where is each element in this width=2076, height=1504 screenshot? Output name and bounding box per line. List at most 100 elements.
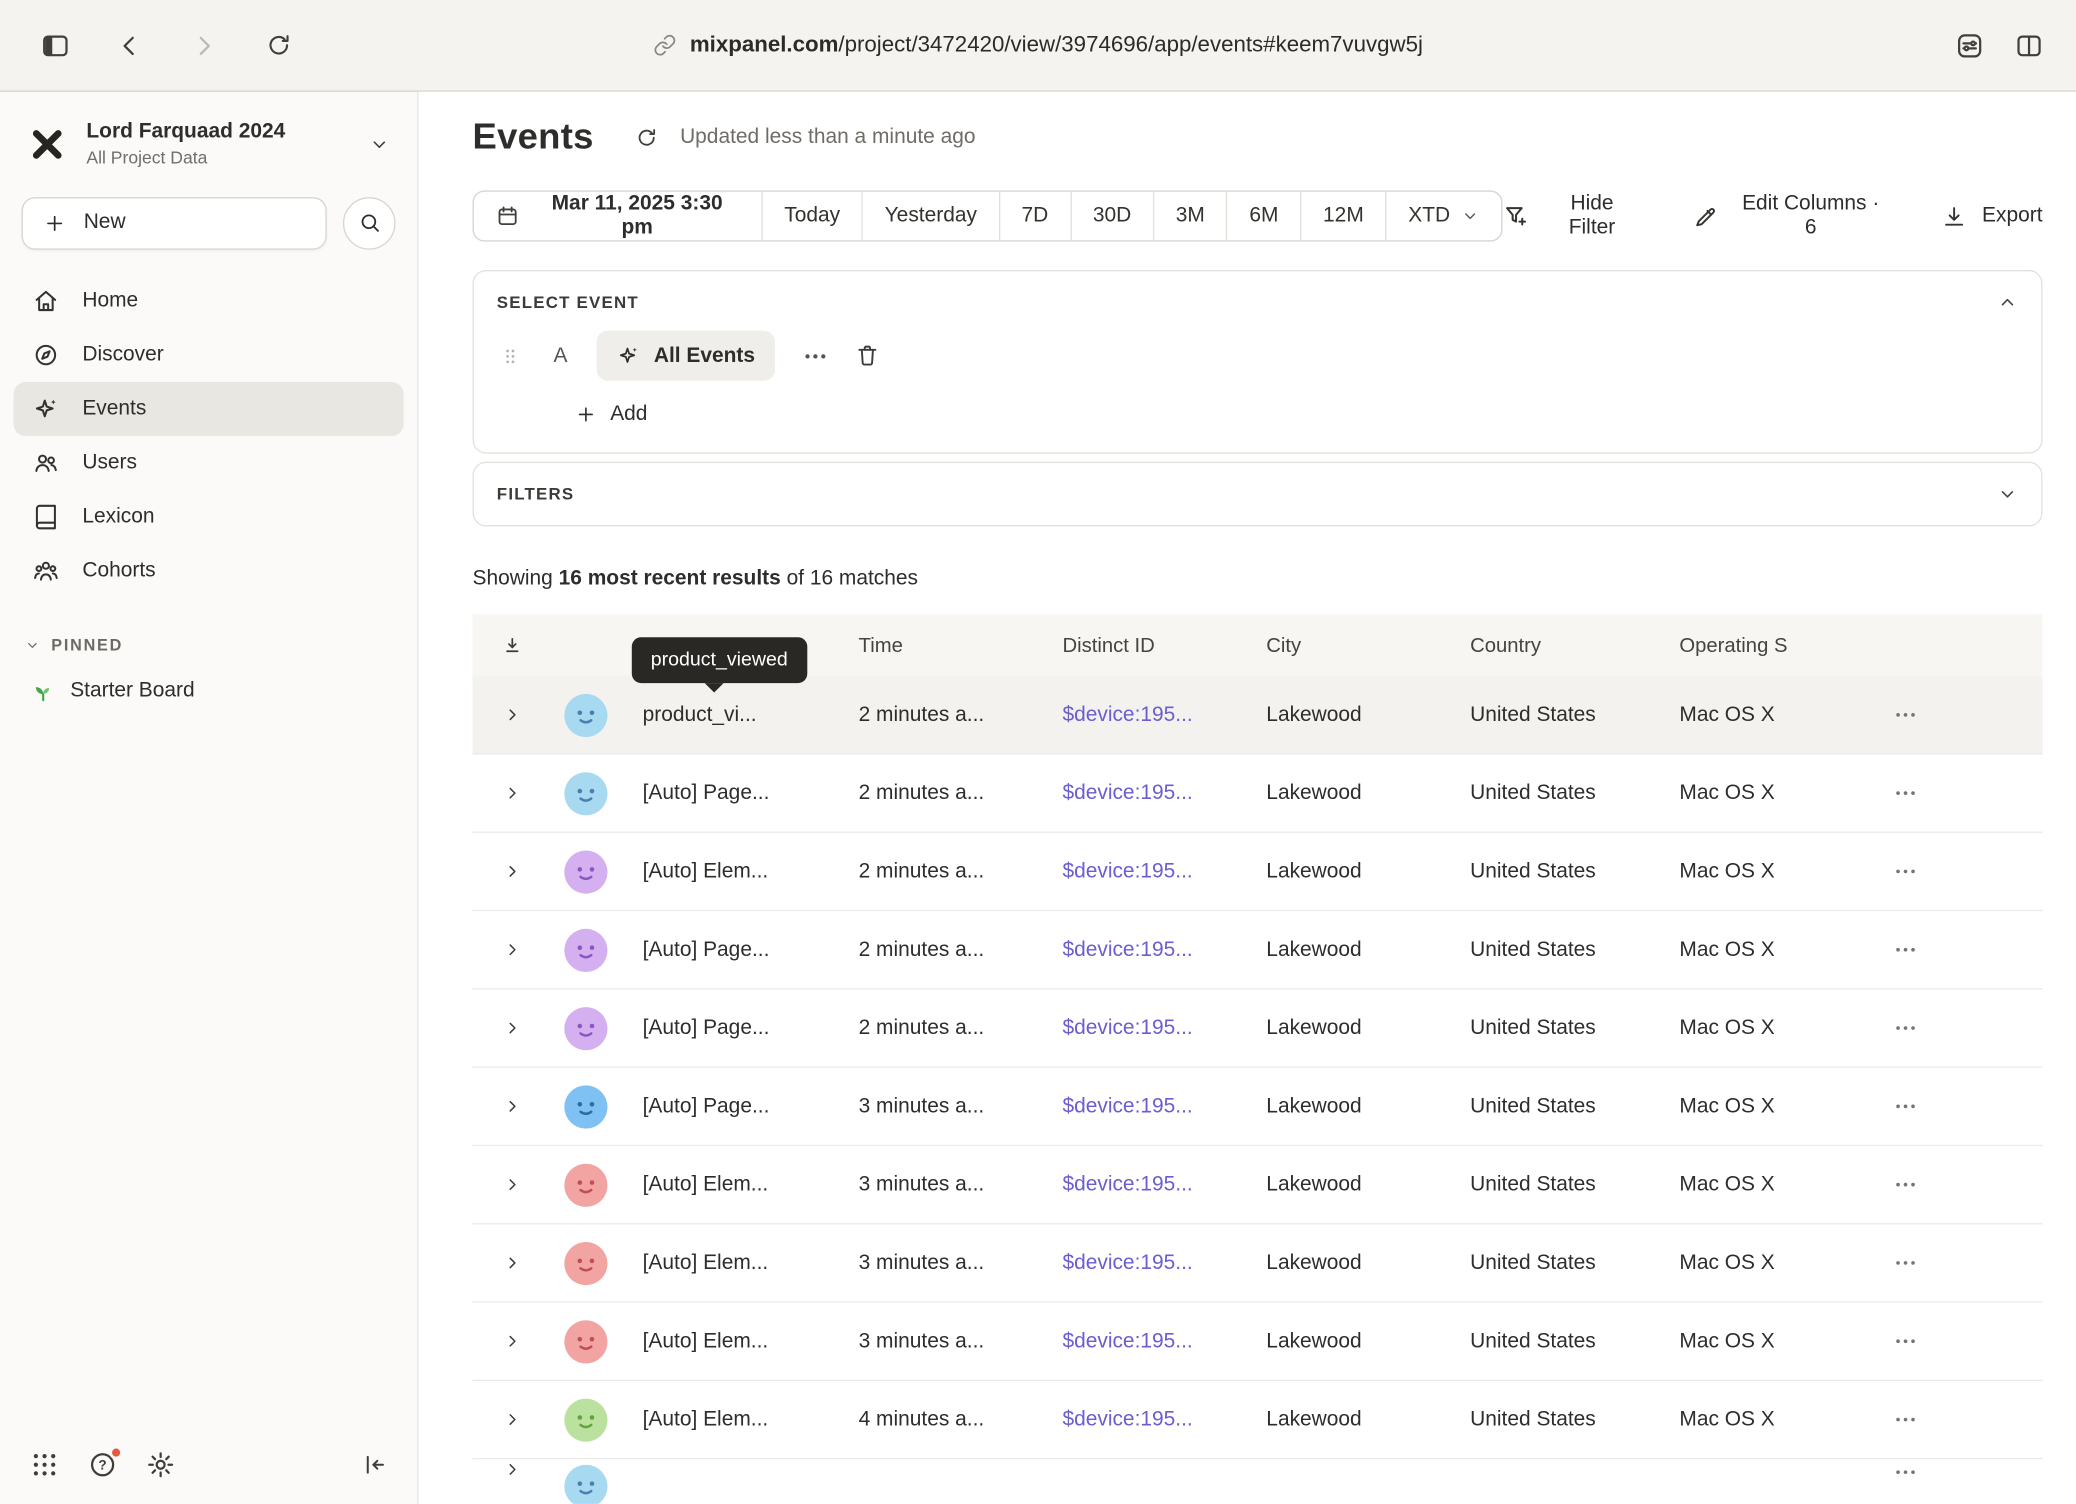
- chevron-down-icon: [1997, 483, 2019, 505]
- split-view-button[interactable]: [2014, 30, 2044, 60]
- expand-row-button[interactable]: [473, 861, 551, 881]
- sidebar-item-events[interactable]: Events: [14, 382, 404, 436]
- distinct-id-link[interactable]: $device:195...: [1052, 1251, 1256, 1275]
- collapse-sidebar-button[interactable]: [360, 1451, 387, 1478]
- expand-row-button[interactable]: [473, 783, 551, 803]
- row-kebab-button[interactable]: [1893, 1459, 1919, 1485]
- expand-row-button[interactable]: [473, 1253, 551, 1273]
- browser-back-button[interactable]: [107, 22, 153, 68]
- expand-row-button[interactable]: [473, 705, 551, 725]
- table-row[interactable]: [473, 1459, 2043, 1504]
- os-column-header[interactable]: Operating S: [1669, 634, 1863, 657]
- settings-button[interactable]: [146, 1450, 176, 1480]
- range-option[interactable]: Today: [763, 192, 863, 241]
- sidebar-item-home[interactable]: Home: [14, 274, 404, 328]
- table-row[interactable]: [Auto] Page... 3 minutes a... $device:19…: [473, 1068, 2043, 1146]
- export-button[interactable]: Export: [1942, 203, 2043, 229]
- city-cell: Lakewood: [1256, 1329, 1460, 1353]
- row-kebab-button[interactable]: [1893, 1094, 1919, 1120]
- table-row[interactable]: [Auto] Elem... 3 minutes a... $device:19…: [473, 1224, 2043, 1302]
- expand-row-button[interactable]: [473, 1018, 551, 1038]
- gear-icon: [146, 1450, 176, 1480]
- range-option[interactable]: XTD: [1387, 192, 1502, 241]
- browser-forward-button[interactable]: [181, 22, 227, 68]
- country-column-header[interactable]: Country: [1459, 634, 1668, 657]
- workspace-switcher[interactable]: Lord Farquaad 2024 All Project Data: [14, 108, 404, 180]
- distinct-id-link[interactable]: $device:195...: [1052, 1172, 1256, 1196]
- distinct-id-link[interactable]: $device:195...: [1052, 1407, 1256, 1431]
- search-button[interactable]: [343, 197, 396, 250]
- distinct-id-link[interactable]: $device:195...: [1052, 938, 1256, 962]
- range-option[interactable]: 12M: [1301, 192, 1386, 241]
- expand-row-button[interactable]: [473, 1175, 551, 1195]
- browser-reload-button[interactable]: [255, 22, 301, 68]
- add-event-button[interactable]: Add: [575, 402, 647, 426]
- table-row[interactable]: [Auto] Page... 2 minutes a... $device:19…: [473, 911, 2043, 989]
- collapse-panel-button[interactable]: [1997, 292, 2019, 314]
- collapse-all-rows-button[interactable]: [473, 634, 551, 657]
- select-event-title: SELECT EVENT: [497, 293, 639, 312]
- table-body: product_vi... 2 minutes a... $device:195…: [473, 676, 2043, 1504]
- seedling-icon: [31, 679, 55, 703]
- hide-filter-button[interactable]: Hide Filter: [1503, 192, 1640, 241]
- apps-grid-button[interactable]: [30, 1450, 60, 1480]
- edit-columns-button[interactable]: Edit Columns · 6: [1693, 192, 1887, 241]
- table-row[interactable]: [Auto] Elem... 4 minutes a... $device:19…: [473, 1381, 2043, 1459]
- avatar-cell: [551, 1006, 632, 1049]
- refresh-button[interactable]: [634, 125, 658, 149]
- table-row[interactable]: [Auto] Page... 2 minutes a... $device:19…: [473, 990, 2043, 1068]
- help-button[interactable]: ?: [88, 1450, 118, 1480]
- row-kebab-button[interactable]: [1893, 1015, 1919, 1041]
- event-more-button[interactable]: [802, 342, 829, 369]
- drag-handle-icon[interactable]: [500, 342, 522, 369]
- delete-event-button[interactable]: [855, 343, 881, 369]
- expand-row-button[interactable]: [473, 940, 551, 960]
- range-option[interactable]: 7D: [1000, 192, 1071, 241]
- row-kebab-button[interactable]: [1893, 1407, 1919, 1433]
- browser-sidebar-toggle-button[interactable]: [32, 22, 78, 68]
- row-kebab-button[interactable]: [1893, 1250, 1919, 1276]
- sidebar-item-cohorts[interactable]: Cohorts: [14, 544, 404, 598]
- hide-filter-label: Hide Filter: [1545, 192, 1640, 241]
- distinct-id-link[interactable]: $device:195...: [1052, 1329, 1256, 1353]
- row-kebab-button[interactable]: [1893, 937, 1919, 963]
- table-row[interactable]: [Auto] Elem... 3 minutes a... $device:19…: [473, 1146, 2043, 1224]
- distinct-id-column-header[interactable]: Distinct ID: [1052, 634, 1256, 657]
- distinct-id-link[interactable]: $device:195...: [1052, 1016, 1256, 1040]
- expand-filters-button[interactable]: [1997, 483, 2019, 505]
- row-kebab-button[interactable]: [1893, 780, 1919, 806]
- row-kebab-button[interactable]: [1893, 1328, 1919, 1354]
- event-selector-button[interactable]: All Events: [597, 331, 775, 381]
- sidebar-item-users[interactable]: Users: [14, 436, 404, 490]
- sidebar-item-lexicon[interactable]: Lexicon: [14, 490, 404, 544]
- address-bar[interactable]: mixpanel.com/project/3472420/view/397469…: [653, 32, 1423, 58]
- city-cell: Lakewood: [1256, 1407, 1460, 1431]
- range-option[interactable]: Yesterday: [863, 192, 1000, 241]
- distinct-id-link[interactable]: $device:195...: [1052, 859, 1256, 883]
- page-settings-button[interactable]: [1955, 30, 1985, 60]
- range-option[interactable]: 3M: [1154, 192, 1228, 241]
- expand-row-button[interactable]: [473, 1331, 551, 1351]
- table-row[interactable]: [Auto] Elem... 2 minutes a... $device:19…: [473, 833, 2043, 911]
- expand-row-button[interactable]: [473, 1096, 551, 1116]
- table-row[interactable]: [Auto] Page... 2 minutes a... $device:19…: [473, 755, 2043, 833]
- expand-row-button[interactable]: [473, 1409, 551, 1429]
- date-picker-button[interactable]: Mar 11, 2025 3:30 pm: [474, 192, 763, 241]
- country-cell: United States: [1459, 938, 1668, 962]
- range-option[interactable]: 30D: [1071, 192, 1154, 241]
- sidebar-item-discover[interactable]: Discover: [14, 328, 404, 382]
- row-kebab-button[interactable]: [1893, 702, 1919, 728]
- time-column-header[interactable]: Time: [848, 634, 1052, 657]
- distinct-id-link[interactable]: $device:195...: [1052, 781, 1256, 805]
- row-kebab-button[interactable]: [1893, 859, 1919, 885]
- range-option[interactable]: 6M: [1228, 192, 1302, 241]
- new-button[interactable]: New: [22, 197, 327, 250]
- row-kebab-button[interactable]: [1893, 1172, 1919, 1198]
- distinct-id-link[interactable]: $device:195...: [1052, 703, 1256, 727]
- city-column-header[interactable]: City: [1256, 634, 1460, 657]
- table-row[interactable]: [Auto] Elem... 3 minutes a... $device:19…: [473, 1303, 2043, 1381]
- pinned-section-toggle[interactable]: PINNED: [24, 635, 393, 654]
- sidebar-item-starter-board[interactable]: Starter Board: [14, 665, 404, 716]
- expand-row-button[interactable]: [473, 1459, 551, 1479]
- distinct-id-link[interactable]: $device:195...: [1052, 1094, 1256, 1118]
